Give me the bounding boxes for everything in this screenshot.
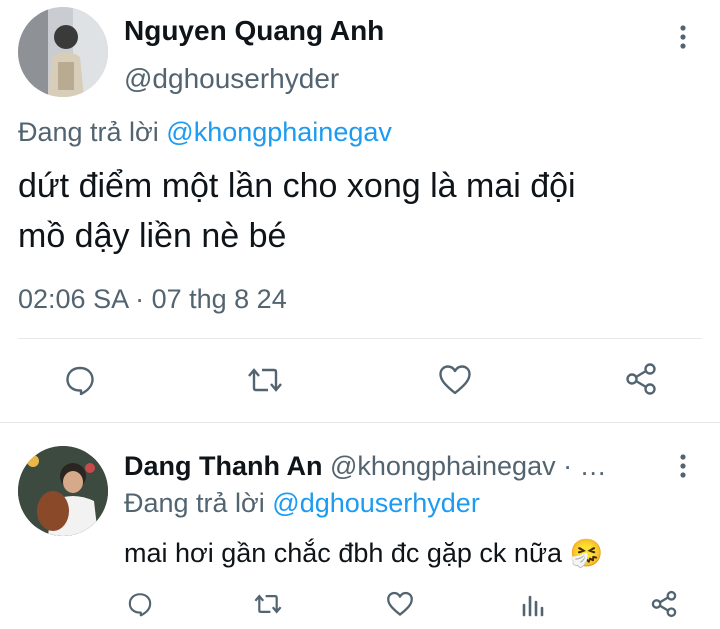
reply-prefix: Đang trả lời [124,488,265,518]
reply-author-name[interactable]: Dang Thanh An [124,451,322,481]
more-vertical-icon[interactable] [672,24,694,50]
reply-meta-suffix: · … [563,451,607,481]
share-icon[interactable] [624,362,658,396]
avatar-image [18,446,108,536]
author-name[interactable]: Nguyen Quang Anh [124,15,384,47]
reply-context: Đang trả lời @dghouserhyder [124,488,480,519]
reply-author-line: Dang Thanh An @khongphainegav · … [124,451,607,482]
reply-author-handle[interactable]: @khongphainegav [330,451,556,481]
reply-prefix: Đang trả lời [18,117,159,147]
divider [0,422,720,423]
sneezing-face-emoji: 🤧 [569,538,604,569]
reply-icon[interactable] [64,364,96,396]
author-handle[interactable]: @dghouserhyder [124,63,339,95]
tweet-text-line-1: dứt điểm một lần cho xong là mai đội [18,167,576,205]
reply-author-avatar[interactable] [18,446,108,536]
share-icon[interactable] [650,590,678,618]
reply-icon[interactable] [127,591,153,617]
reply-text: mai hơi gần chắc đbh đc gặp ck nữa 🤧 [124,537,603,569]
views-icon[interactable] [520,591,546,617]
like-icon[interactable] [438,364,472,396]
reply-text-body: mai hơi gần chắc đbh đc gặp ck nữa [124,538,563,568]
reply-to-link[interactable]: @khongphainegav [166,117,392,147]
reply-context: Đang trả lời @khongphainegav [18,117,392,148]
more-vertical-icon[interactable] [672,453,694,479]
retweet-icon[interactable] [253,591,283,617]
like-icon[interactable] [386,591,414,617]
tweet-timestamp[interactable]: 02:06 SA · 07 thg 8 24 [18,284,287,315]
avatar-image [18,7,108,97]
retweet-icon[interactable] [246,364,284,396]
reply-to-link[interactable]: @dghouserhyder [272,488,480,518]
divider [18,338,702,339]
author-avatar[interactable] [18,7,108,97]
tweet-text-line-2: mồ dậy liền nè bé [18,217,287,255]
